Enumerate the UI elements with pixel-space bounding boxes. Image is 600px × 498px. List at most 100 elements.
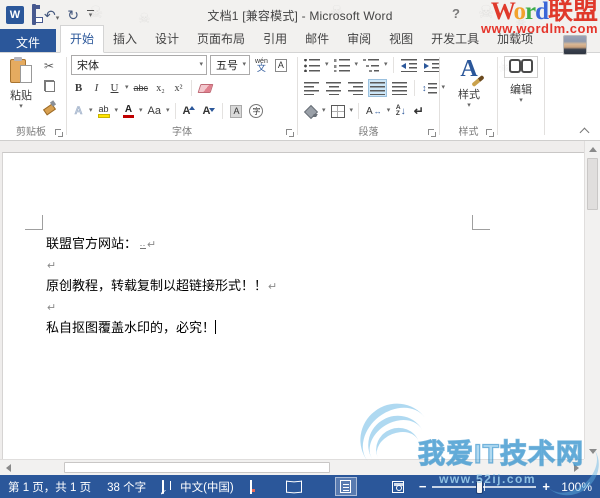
chevron-down-icon[interactable]: ▾ bbox=[387, 107, 391, 115]
numbering-button[interactable] bbox=[332, 56, 352, 74]
chevron-down-icon[interactable]: ▾ bbox=[384, 61, 388, 69]
distribute-button[interactable] bbox=[390, 79, 409, 97]
chevron-down-icon[interactable]: ▾ bbox=[322, 107, 326, 115]
user-avatar[interactable] bbox=[563, 35, 587, 55]
font-name-combo[interactable]: 宋体 ▾ bbox=[71, 55, 207, 75]
tab-design[interactable]: 设计 bbox=[146, 26, 188, 52]
character-shading-button[interactable]: A bbox=[228, 102, 244, 120]
chevron-down-icon[interactable]: ▾ bbox=[139, 107, 143, 115]
show-hide-marks-button[interactable]: ↵ bbox=[411, 102, 426, 120]
tab-references[interactable]: 引用 bbox=[254, 26, 296, 52]
hyperlink-stub[interactable]: .. bbox=[140, 239, 147, 249]
tab-addins[interactable]: 加载项 bbox=[488, 26, 542, 52]
tab-insert[interactable]: 插入 bbox=[104, 26, 146, 52]
scroll-down-button[interactable] bbox=[585, 443, 600, 459]
horizontal-scroll-thumb[interactable] bbox=[64, 462, 330, 473]
doc-paragraph[interactable]: 原创教程，转载复制以超链接形式！！↵ bbox=[46, 275, 277, 296]
font-size-combo[interactable]: 五号 ▾ bbox=[210, 55, 250, 75]
doc-paragraph[interactable]: 联盟官方网站： ..↵ bbox=[46, 233, 277, 254]
tab-developer[interactable]: 开发工具 bbox=[422, 26, 488, 52]
format-painter-button[interactable] bbox=[41, 97, 57, 114]
copy-button[interactable] bbox=[41, 77, 57, 94]
chevron-down-icon: ▾ bbox=[467, 102, 471, 109]
chevron-down-icon[interactable]: ▾ bbox=[89, 107, 93, 115]
justify-button[interactable] bbox=[368, 79, 387, 97]
shading-button[interactable] bbox=[302, 102, 319, 120]
document-text[interactable]: 联盟官方网站： ..↵ ↵ 原创教程，转载复制以超链接形式！！↵ ↵ 私自抠图覆盖… bbox=[46, 233, 277, 338]
doc-paragraph[interactable]: ↵ bbox=[46, 254, 277, 275]
asian-layout-button[interactable]: A ↔ bbox=[364, 102, 384, 120]
change-case-button[interactable]: Aa bbox=[146, 102, 163, 120]
chevron-down-icon[interactable]: ▾ bbox=[166, 107, 170, 115]
macro-record-button[interactable] bbox=[249, 479, 252, 494]
scroll-right-button[interactable] bbox=[568, 460, 584, 476]
editing-button[interactable]: 编辑 ▾ bbox=[502, 56, 540, 105]
multilevel-list-button[interactable] bbox=[361, 56, 381, 74]
decrease-indent-button[interactable] bbox=[399, 56, 419, 74]
paragraph-text: 联盟官方网站： bbox=[46, 236, 138, 251]
font-color-button[interactable]: A bbox=[121, 102, 136, 120]
italic-button[interactable]: I bbox=[89, 79, 104, 97]
chevron-down-icon[interactable]: ▾ bbox=[325, 61, 329, 69]
paragraph-dialog-launcher[interactable] bbox=[428, 129, 436, 137]
read-mode-button[interactable] bbox=[283, 477, 305, 496]
word-count[interactable]: 38 个字 bbox=[107, 479, 146, 495]
shrink-font-button[interactable]: A bbox=[200, 102, 217, 120]
zoom-slider[interactable] bbox=[432, 479, 537, 494]
grow-font-button[interactable]: A bbox=[181, 102, 198, 120]
page-indicator[interactable]: 第 1 页，共 1 页 bbox=[8, 479, 91, 495]
tab-file[interactable]: 文件 bbox=[0, 29, 56, 52]
tab-page-layout[interactable]: 页面布局 bbox=[188, 26, 254, 52]
zoom-slider-thumb[interactable] bbox=[476, 479, 484, 494]
proofing-status-button[interactable] bbox=[162, 479, 165, 494]
align-center-button[interactable] bbox=[324, 79, 343, 97]
zoom-level[interactable]: 100% bbox=[556, 480, 592, 494]
document-area[interactable]: 联盟官方网站： ..↵ ↵ 原创教程，转载复制以超链接形式！！↵ ↵ 私自抠图覆盖… bbox=[0, 141, 600, 459]
doc-paragraph[interactable]: ↵ bbox=[46, 296, 277, 317]
highlight-button[interactable]: ab bbox=[96, 102, 112, 120]
enclose-characters-button[interactable]: 字 bbox=[247, 102, 265, 120]
character-border-button[interactable]: A bbox=[273, 56, 289, 74]
language-indicator[interactable]: 中文(中国) bbox=[180, 479, 234, 495]
font-dialog-launcher[interactable] bbox=[286, 129, 294, 137]
styles-button[interactable]: A 样式 ▾ bbox=[448, 56, 490, 110]
scroll-up-button[interactable] bbox=[585, 141, 600, 157]
zoom-in-button[interactable]: + bbox=[542, 479, 550, 494]
clear-formatting-button[interactable] bbox=[197, 79, 214, 97]
phonetic-guide-button[interactable]: wén 文 bbox=[253, 56, 270, 74]
clipboard-dialog-launcher[interactable] bbox=[55, 129, 63, 137]
text-effects-button[interactable]: A bbox=[71, 102, 86, 120]
align-right-button[interactable] bbox=[346, 79, 365, 97]
chevron-down-icon[interactable]: ▾ bbox=[350, 107, 354, 115]
tab-view[interactable]: 视图 bbox=[380, 26, 422, 52]
collapse-ribbon-button[interactable] bbox=[580, 126, 588, 134]
print-layout-button[interactable] bbox=[334, 477, 357, 496]
styles-dialog-launcher[interactable] bbox=[486, 129, 494, 137]
web-layout-button[interactable] bbox=[387, 477, 409, 496]
doc-paragraph[interactable]: 私自抠图覆盖水印的，必究！ bbox=[46, 317, 277, 338]
cut-button[interactable]: ✂ bbox=[41, 57, 57, 74]
tab-mailings[interactable]: 邮件 bbox=[296, 26, 338, 52]
chevron-down-icon[interactable]: ▾ bbox=[125, 84, 129, 92]
tab-home[interactable]: 开始 bbox=[60, 25, 105, 53]
margin-crop-mark bbox=[472, 215, 490, 230]
sort-button[interactable]: A Z ↓ bbox=[393, 102, 408, 120]
vertical-scrollbar[interactable] bbox=[584, 141, 600, 459]
subscript-button[interactable]: x₂ bbox=[153, 79, 168, 97]
vertical-scroll-thumb[interactable] bbox=[587, 158, 598, 210]
underline-button[interactable]: U bbox=[107, 79, 122, 97]
zoom-out-button[interactable]: − bbox=[419, 479, 427, 494]
align-left-button[interactable] bbox=[302, 79, 321, 97]
bold-button[interactable]: B bbox=[71, 79, 86, 97]
chevron-down-icon[interactable]: ▾ bbox=[355, 61, 359, 69]
borders-button[interactable] bbox=[329, 102, 347, 120]
tab-review[interactable]: 审阅 bbox=[338, 26, 380, 52]
scroll-left-button[interactable] bbox=[0, 460, 16, 476]
chevron-down-icon[interactable]: ▾ bbox=[115, 107, 119, 115]
superscript-button[interactable]: x² bbox=[171, 79, 186, 97]
help-button[interactable]: ? bbox=[452, 6, 460, 21]
bullets-button[interactable] bbox=[302, 56, 322, 74]
line-spacing-button[interactable]: ↕ bbox=[420, 79, 439, 97]
strikethrough-button[interactable]: abc bbox=[132, 79, 151, 97]
horizontal-scrollbar[interactable] bbox=[0, 459, 584, 475]
